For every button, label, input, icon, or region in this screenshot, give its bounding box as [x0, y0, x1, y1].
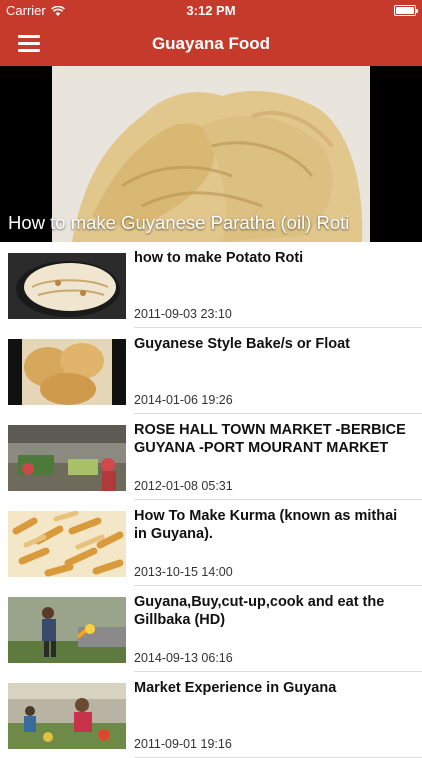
video-thumbnail: [8, 511, 126, 577]
video-date: 2014-09-13 06:16: [134, 651, 233, 665]
video-thumbnail: [8, 253, 126, 319]
video-thumbnail: [8, 597, 126, 663]
video-title: Guyanese Style Bake/s or Float: [134, 336, 350, 352]
list-item[interactable]: how to make Potato Roti 2011-09-03 23:10: [0, 242, 422, 328]
status-bar: Carrier 3:12 PM: [0, 0, 422, 22]
list-item[interactable]: How To Make Kurma (known as mithai in Gu…: [0, 500, 422, 586]
video-date: 2011-09-03 23:10: [134, 307, 232, 321]
video-date: 2013-10-15 14:00: [134, 565, 233, 579]
featured-video[interactable]: How to make Guyanese Paratha (oil) Roti: [0, 66, 422, 242]
video-date: 2011-09-01 19:16: [134, 737, 232, 751]
status-time: 3:12 PM: [186, 3, 236, 18]
video-date: 2014-01-06 19:26: [134, 393, 233, 407]
video-thumbnail: [8, 425, 126, 491]
list-item[interactable]: Market Experience in Guyana 2011-09-01 1…: [0, 672, 422, 758]
video-title: ROSE HALL TOWN MARKET -BERBICE GUYANA -P…: [134, 422, 406, 456]
video-thumbnail: [8, 683, 126, 749]
list-item[interactable]: Guyanese Style Bake/s or Float 2014-01-0…: [0, 328, 422, 414]
video-title: how to make Potato Roti: [134, 250, 304, 266]
nav-title: Guayana Food: [151, 34, 271, 53]
video-thumbnail: [8, 339, 126, 405]
featured-title: How to make Guyanese Paratha (oil) Roti: [8, 212, 350, 233]
video-date: 2012-01-08 05:31: [134, 479, 233, 493]
battery-icon: [394, 5, 418, 16]
video-title: Guyana,Buy,cut-up,cook and eat the Gillb…: [134, 594, 385, 628]
list-item[interactable]: ROSE HALL TOWN MARKET -BERBICE GUYANA -P…: [0, 414, 422, 500]
list-item[interactable]: Guyana,Buy,cut-up,cook and eat the Gillb…: [0, 586, 422, 672]
nav-bar: Guayana Food: [0, 22, 422, 66]
video-title: How To Make Kurma (known as mithai in Gu…: [134, 508, 398, 542]
video-title: Market Experience in Guyana: [134, 680, 337, 696]
video-list: how to make Potato Roti 2011-09-03 23:10…: [0, 242, 422, 758]
